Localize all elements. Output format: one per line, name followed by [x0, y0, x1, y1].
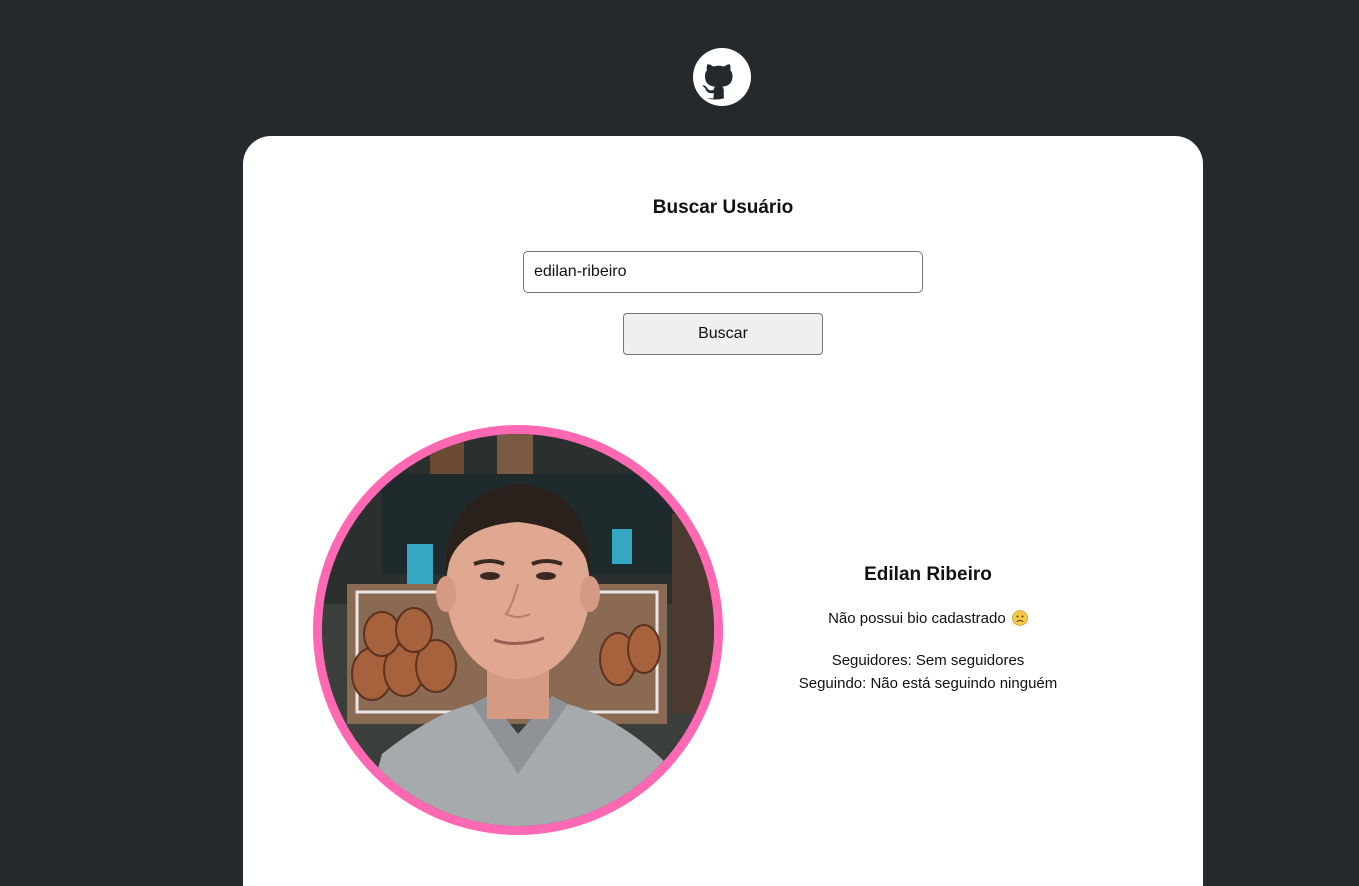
profile-name: Edilan Ribeiro: [864, 564, 992, 585]
sad-face-icon: [1012, 610, 1028, 626]
avatar: [313, 425, 723, 835]
search-title: Buscar Usuário: [652, 197, 794, 218]
username-search-input[interactable]: [523, 251, 923, 293]
following-count: Seguindo: Não está seguindo ninguém: [798, 675, 1058, 692]
github-logo-icon: [693, 48, 751, 106]
followers-count: Seguidores: Sem seguidores: [831, 652, 1025, 669]
page: Buscar Usuário Buscar: [0, 0, 1359, 886]
profile-info: Edilan Ribeiro Não possui bio cadastrado…: [773, 564, 1083, 695]
profile-bio-text: Não possui bio cadastrado: [828, 610, 1006, 627]
search-card: Buscar Usuário Buscar: [243, 136, 1203, 886]
search-button[interactable]: Buscar: [623, 313, 823, 355]
avatar-photo: [322, 434, 714, 826]
profile-bio: Não possui bio cadastrado: [773, 610, 1083, 627]
